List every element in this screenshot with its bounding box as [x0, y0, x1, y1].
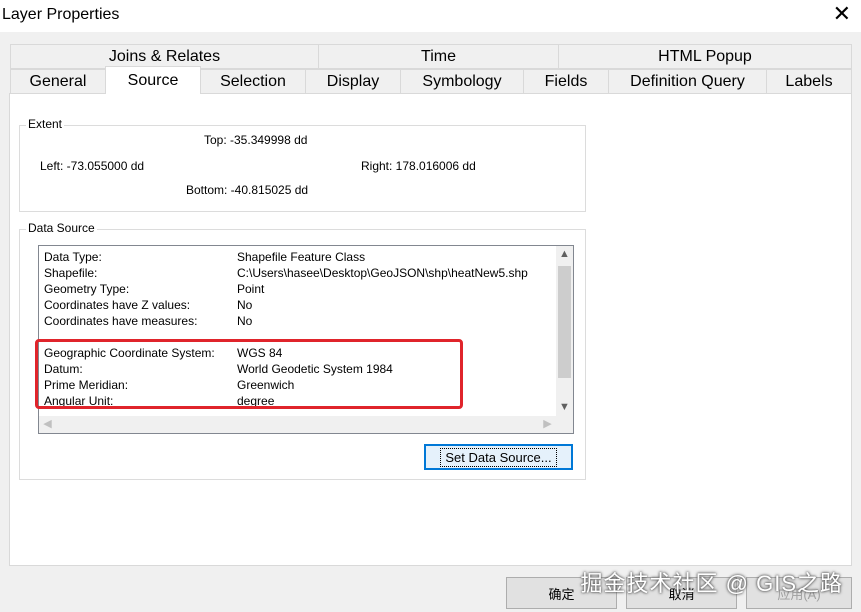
tab-general[interactable]: General	[10, 69, 106, 94]
tab-definition-query[interactable]: Definition Query	[608, 69, 767, 94]
set-data-source-button[interactable]: Set Data Source...	[424, 444, 573, 470]
watermark: 掘金技术社区 @ GIS之路	[580, 571, 843, 596]
scroll-right-icon[interactable]: ▶	[539, 416, 556, 433]
tab-source[interactable]: Source	[105, 66, 201, 94]
scroll-thumb[interactable]	[558, 266, 571, 378]
data-source-group-label: Data Source	[26, 221, 97, 235]
tab-symbology[interactable]: Symbology	[400, 69, 524, 94]
tab-display[interactable]: Display	[305, 69, 401, 94]
title-bar: Layer Properties ✕	[0, 0, 861, 32]
data-source-info-list[interactable]: Data Type: Shapefile Feature Class Shapef…	[38, 245, 574, 434]
extent-top: Top: -35.349998 dd	[204, 133, 308, 147]
extent-bottom: Bottom: -40.815025 dd	[186, 183, 309, 197]
scrollbar-corner	[556, 416, 573, 433]
horizontal-scrollbar[interactable]: ◀ ▶	[39, 416, 573, 433]
tab-selection[interactable]: Selection	[200, 69, 306, 94]
tab-html-popup[interactable]: HTML Popup	[558, 44, 852, 69]
tab-fields[interactable]: Fields	[523, 69, 609, 94]
tab-time[interactable]: Time	[318, 44, 559, 69]
extent-left: Left: -73.055000 dd	[40, 159, 145, 173]
extent-right: Right: 178.016006 dd	[361, 159, 476, 173]
window-title: Layer Properties	[2, 6, 120, 23]
scroll-up-icon[interactable]: ▲	[556, 246, 573, 263]
tab-labels[interactable]: Labels	[766, 69, 852, 94]
scroll-down-icon[interactable]: ▼	[556, 399, 573, 416]
scroll-left-icon[interactable]: ◀	[39, 416, 56, 433]
extent-group-label: Extent	[26, 117, 65, 131]
vertical-scrollbar[interactable]: ▲ ▼	[556, 246, 573, 416]
close-icon[interactable]: ✕	[833, 3, 851, 25]
